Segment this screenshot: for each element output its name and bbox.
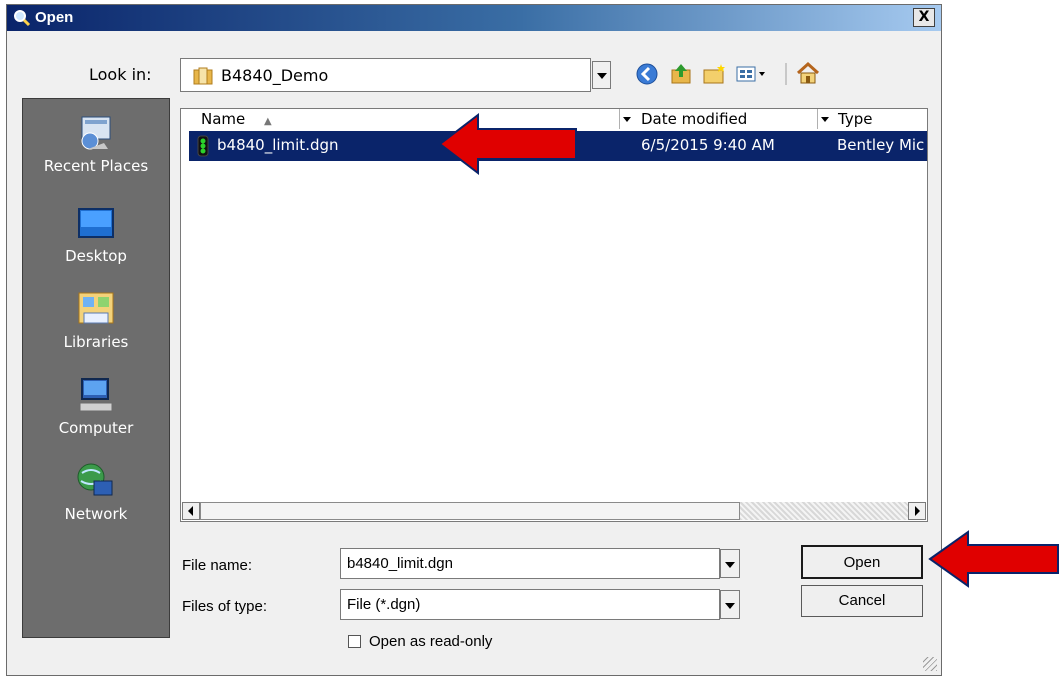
read-only-checkbox[interactable] [348,635,361,648]
scroll-left-button[interactable] [182,502,200,520]
sort-ascending-icon: ▲ [264,116,272,127]
cancel-button[interactable]: Cancel [801,585,923,617]
new-folder-icon[interactable] [701,61,727,87]
place-label: Libraries [63,333,129,351]
file-type: Bentley Mic [837,136,925,154]
home-icon[interactable] [795,61,821,87]
search-icon [14,10,31,27]
scrollbar-thumb[interactable] [200,502,740,520]
place-computer[interactable]: Computer [23,375,169,437]
folder-icon [193,67,213,85]
files-of-type-dropdown-button[interactable] [720,590,740,619]
place-libraries[interactable]: Libraries [23,289,169,351]
microstation-file-icon [197,135,209,157]
place-label: Computer [58,419,134,437]
place-label: Desktop [65,247,127,265]
title-bar[interactable]: Open X [7,5,941,31]
horizontal-scrollbar[interactable] [182,502,926,520]
file-name-label: File name: [182,557,253,574]
column-header-date[interactable]: Date modified [641,109,747,129]
computer-icon [79,378,113,412]
view-menu-icon[interactable] [734,61,770,87]
desktop-icon [78,208,114,238]
name-column-dropdown[interactable] [619,109,634,129]
look-in-label: Look in: [89,65,152,84]
arrow-left-icon [188,506,193,516]
open-button[interactable]: Open [801,545,923,579]
libraries-icon [78,292,114,324]
place-network[interactable]: Network [23,461,169,523]
place-desktop[interactable]: Desktop [23,203,169,265]
arrow-right-icon [915,506,920,516]
look-in-dropdown-button[interactable] [592,61,611,89]
file-name-input[interactable]: b4840_limit.dgn [340,548,720,579]
places-bar: Recent Places Desktop Libraries Computer… [22,98,170,638]
place-label: Recent Places [43,157,149,175]
file-name-dropdown-button[interactable] [720,549,740,578]
files-of-type-select[interactable]: File (*.dgn) [340,589,720,620]
recent-places-icon [81,116,111,150]
scroll-right-button[interactable] [908,502,926,520]
open-dialog: Open X Look in: B4840_Demo Recent Places… [6,4,942,676]
dialog-title: Open [35,9,74,26]
place-recent-places[interactable]: Recent Places [23,113,169,175]
annotation-arrow-open [928,530,1059,588]
look-in-value: B4840_Demo [221,66,329,85]
files-of-type-label: Files of type: [182,598,268,615]
files-of-type-value: File (*.dgn) [347,596,421,613]
read-only-label: Open as read-only [369,633,493,650]
network-icon [77,463,113,496]
back-icon[interactable] [634,61,660,87]
resize-grip[interactable] [923,657,937,671]
column-header-name[interactable]: Name ▲ [201,109,272,129]
date-column-dropdown[interactable] [817,109,832,129]
place-label: Network [64,505,128,523]
up-folder-icon[interactable] [668,61,694,87]
file-name-value: b4840_limit.dgn [347,555,453,572]
look-in-combobox[interactable]: B4840_Demo [180,58,591,92]
file-date: 6/5/2015 9:40 AM [641,136,775,154]
annotation-arrow-file [438,113,577,175]
close-button[interactable]: X [913,8,935,27]
toolbar-separator [785,63,787,85]
scrollbar-track[interactable] [740,502,910,520]
file-name: b4840_limit.dgn [217,136,339,154]
column-header-type[interactable]: Type [838,109,872,129]
